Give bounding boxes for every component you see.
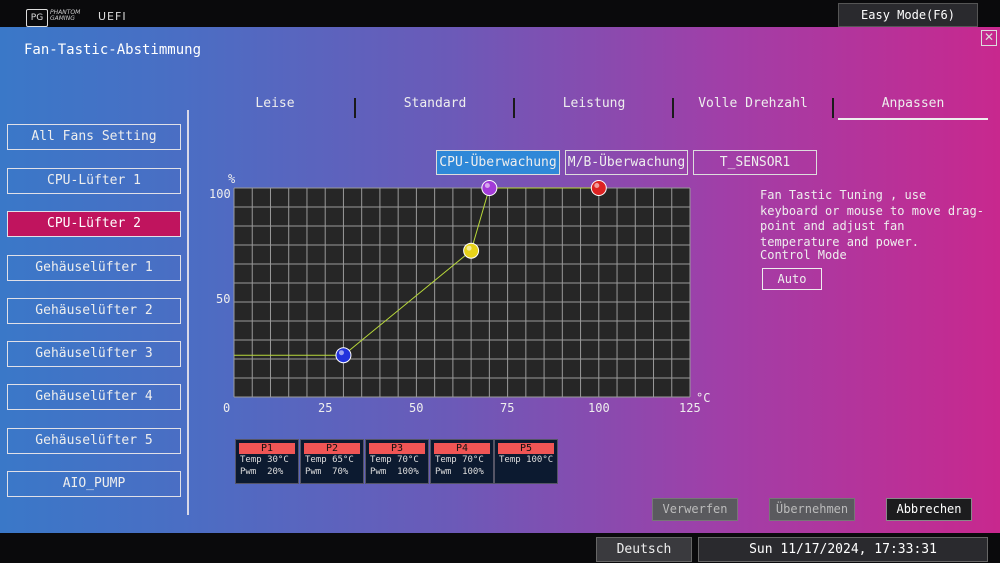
source-mb-monitor[interactable]: M/B-Überwachung	[565, 150, 688, 175]
point-info-p1[interactable]: P1 Temp 30°C Pwm 20%	[235, 439, 299, 484]
drag-point-highlight	[466, 245, 472, 251]
x-tick-label: 100	[588, 401, 610, 415]
point-name: P4	[434, 443, 490, 454]
fan-cpu-2[interactable]: CPU-Lüfter 2	[7, 211, 181, 237]
phantom-gaming-logo: PG	[26, 9, 48, 27]
fan-case-4[interactable]: Gehäuselüfter 4	[7, 384, 181, 410]
point-pwm: Pwm 100%	[370, 467, 419, 477]
tab-anpassen[interactable]: Anpassen	[838, 96, 988, 120]
point-temp: Temp 100°C	[499, 455, 554, 465]
tab-standard[interactable]: Standard	[360, 96, 510, 118]
brand-line-2: GAMING	[50, 15, 75, 22]
x-tick-label: 50	[409, 401, 424, 415]
point-temp: Temp 70°C	[370, 455, 419, 465]
source-cpu-monitor[interactable]: CPU-Überwachung	[436, 150, 560, 175]
close-icon[interactable]: ✕	[981, 30, 997, 46]
point-temp: Temp 30°C	[240, 455, 289, 465]
x-tick-label: 75	[500, 401, 515, 415]
point-name: P5	[498, 443, 554, 454]
drag-point-highlight	[484, 183, 490, 188]
source-t-sensor1[interactable]: T_SENSOR1	[693, 150, 817, 175]
tab-leise[interactable]: Leise	[200, 96, 350, 118]
help-text: Fan Tastic Tuning , use keyboard or mous…	[760, 188, 984, 249]
point-name: P3	[369, 443, 425, 454]
uefi-label: UEFI	[98, 10, 127, 23]
drag-point-p1[interactable]	[335, 347, 352, 364]
cancel-button[interactable]: Abbrechen	[886, 498, 972, 521]
top-bar: PG PHANTOM GAMING UEFI Easy Mode(F6)	[0, 0, 1000, 27]
x-tick-label: 25	[318, 401, 333, 415]
point-info-p4[interactable]: P4 Temp 70°C Pwm 100%	[430, 439, 494, 484]
brand-text: PHANTOM GAMING	[50, 10, 80, 22]
drag-point-highlight	[338, 350, 344, 356]
chart-plot-area	[234, 188, 690, 397]
x-tick-label: 125	[679, 401, 701, 415]
fan-case-2[interactable]: Gehäuselüfter 2	[7, 298, 181, 324]
point-pwm: Pwm 70%	[305, 467, 349, 477]
fan-curve-line	[234, 187, 599, 356]
drag-point-highlight	[594, 183, 600, 188]
fan-case-5[interactable]: Gehäuselüfter 5	[7, 428, 181, 454]
fan-cpu-1[interactable]: CPU-Lüfter 1	[7, 168, 181, 194]
y-axis-unit: %	[228, 172, 236, 186]
point-name: P1	[239, 443, 295, 454]
fan-all-fans-setting[interactable]: All Fans Setting	[7, 124, 181, 150]
sidebar-divider	[187, 110, 189, 515]
apply-button[interactable]: Übernehmen	[769, 498, 855, 521]
point-pwm: Pwm 20%	[240, 467, 284, 477]
discard-button[interactable]: Verwerfen	[652, 498, 738, 521]
point-info-p2[interactable]: P2 Temp 65°C Pwm 70%	[300, 439, 364, 484]
fan-case-1[interactable]: Gehäuselüfter 1	[7, 255, 181, 281]
y-tick-label: 50	[216, 292, 231, 306]
tab-separator	[832, 98, 834, 118]
drag-point-p2[interactable]	[463, 242, 480, 259]
tab-separator	[513, 98, 515, 118]
drag-point-p5[interactable]	[590, 180, 607, 196]
datetime-display: Sun 11/17/2024, 17:33:31	[698, 537, 988, 562]
language-button[interactable]: Deutsch	[596, 537, 692, 562]
point-temp: Temp 70°C	[435, 455, 484, 465]
point-info-p5[interactable]: P5 Temp 100°C	[494, 439, 558, 484]
fan-case-3[interactable]: Gehäuselüfter 3	[7, 341, 181, 367]
tab-separator	[354, 98, 356, 118]
point-info-p3[interactable]: P3 Temp 70°C Pwm 100%	[365, 439, 429, 484]
tab-separator	[672, 98, 674, 118]
point-temp: Temp 65°C	[305, 455, 354, 465]
drag-point-p3[interactable]	[481, 180, 498, 196]
point-name: P2	[304, 443, 360, 454]
page-title: Fan-Tastic-Abstimmung	[24, 42, 202, 58]
point-pwm: Pwm 100%	[435, 467, 484, 477]
control-mode-label: Control Mode	[760, 248, 847, 262]
y-tick-label: 100	[209, 187, 231, 201]
x-tick-label: 0	[223, 401, 231, 415]
easy-mode-button[interactable]: Easy Mode(F6)	[838, 3, 978, 27]
tab-leistung[interactable]: Leistung	[519, 96, 669, 118]
fan-aio-pump[interactable]: AIO_PUMP	[7, 471, 181, 497]
control-mode-select[interactable]: Auto	[762, 268, 822, 290]
tab-volle-drehzahl[interactable]: Volle Drehzahl	[678, 96, 828, 118]
